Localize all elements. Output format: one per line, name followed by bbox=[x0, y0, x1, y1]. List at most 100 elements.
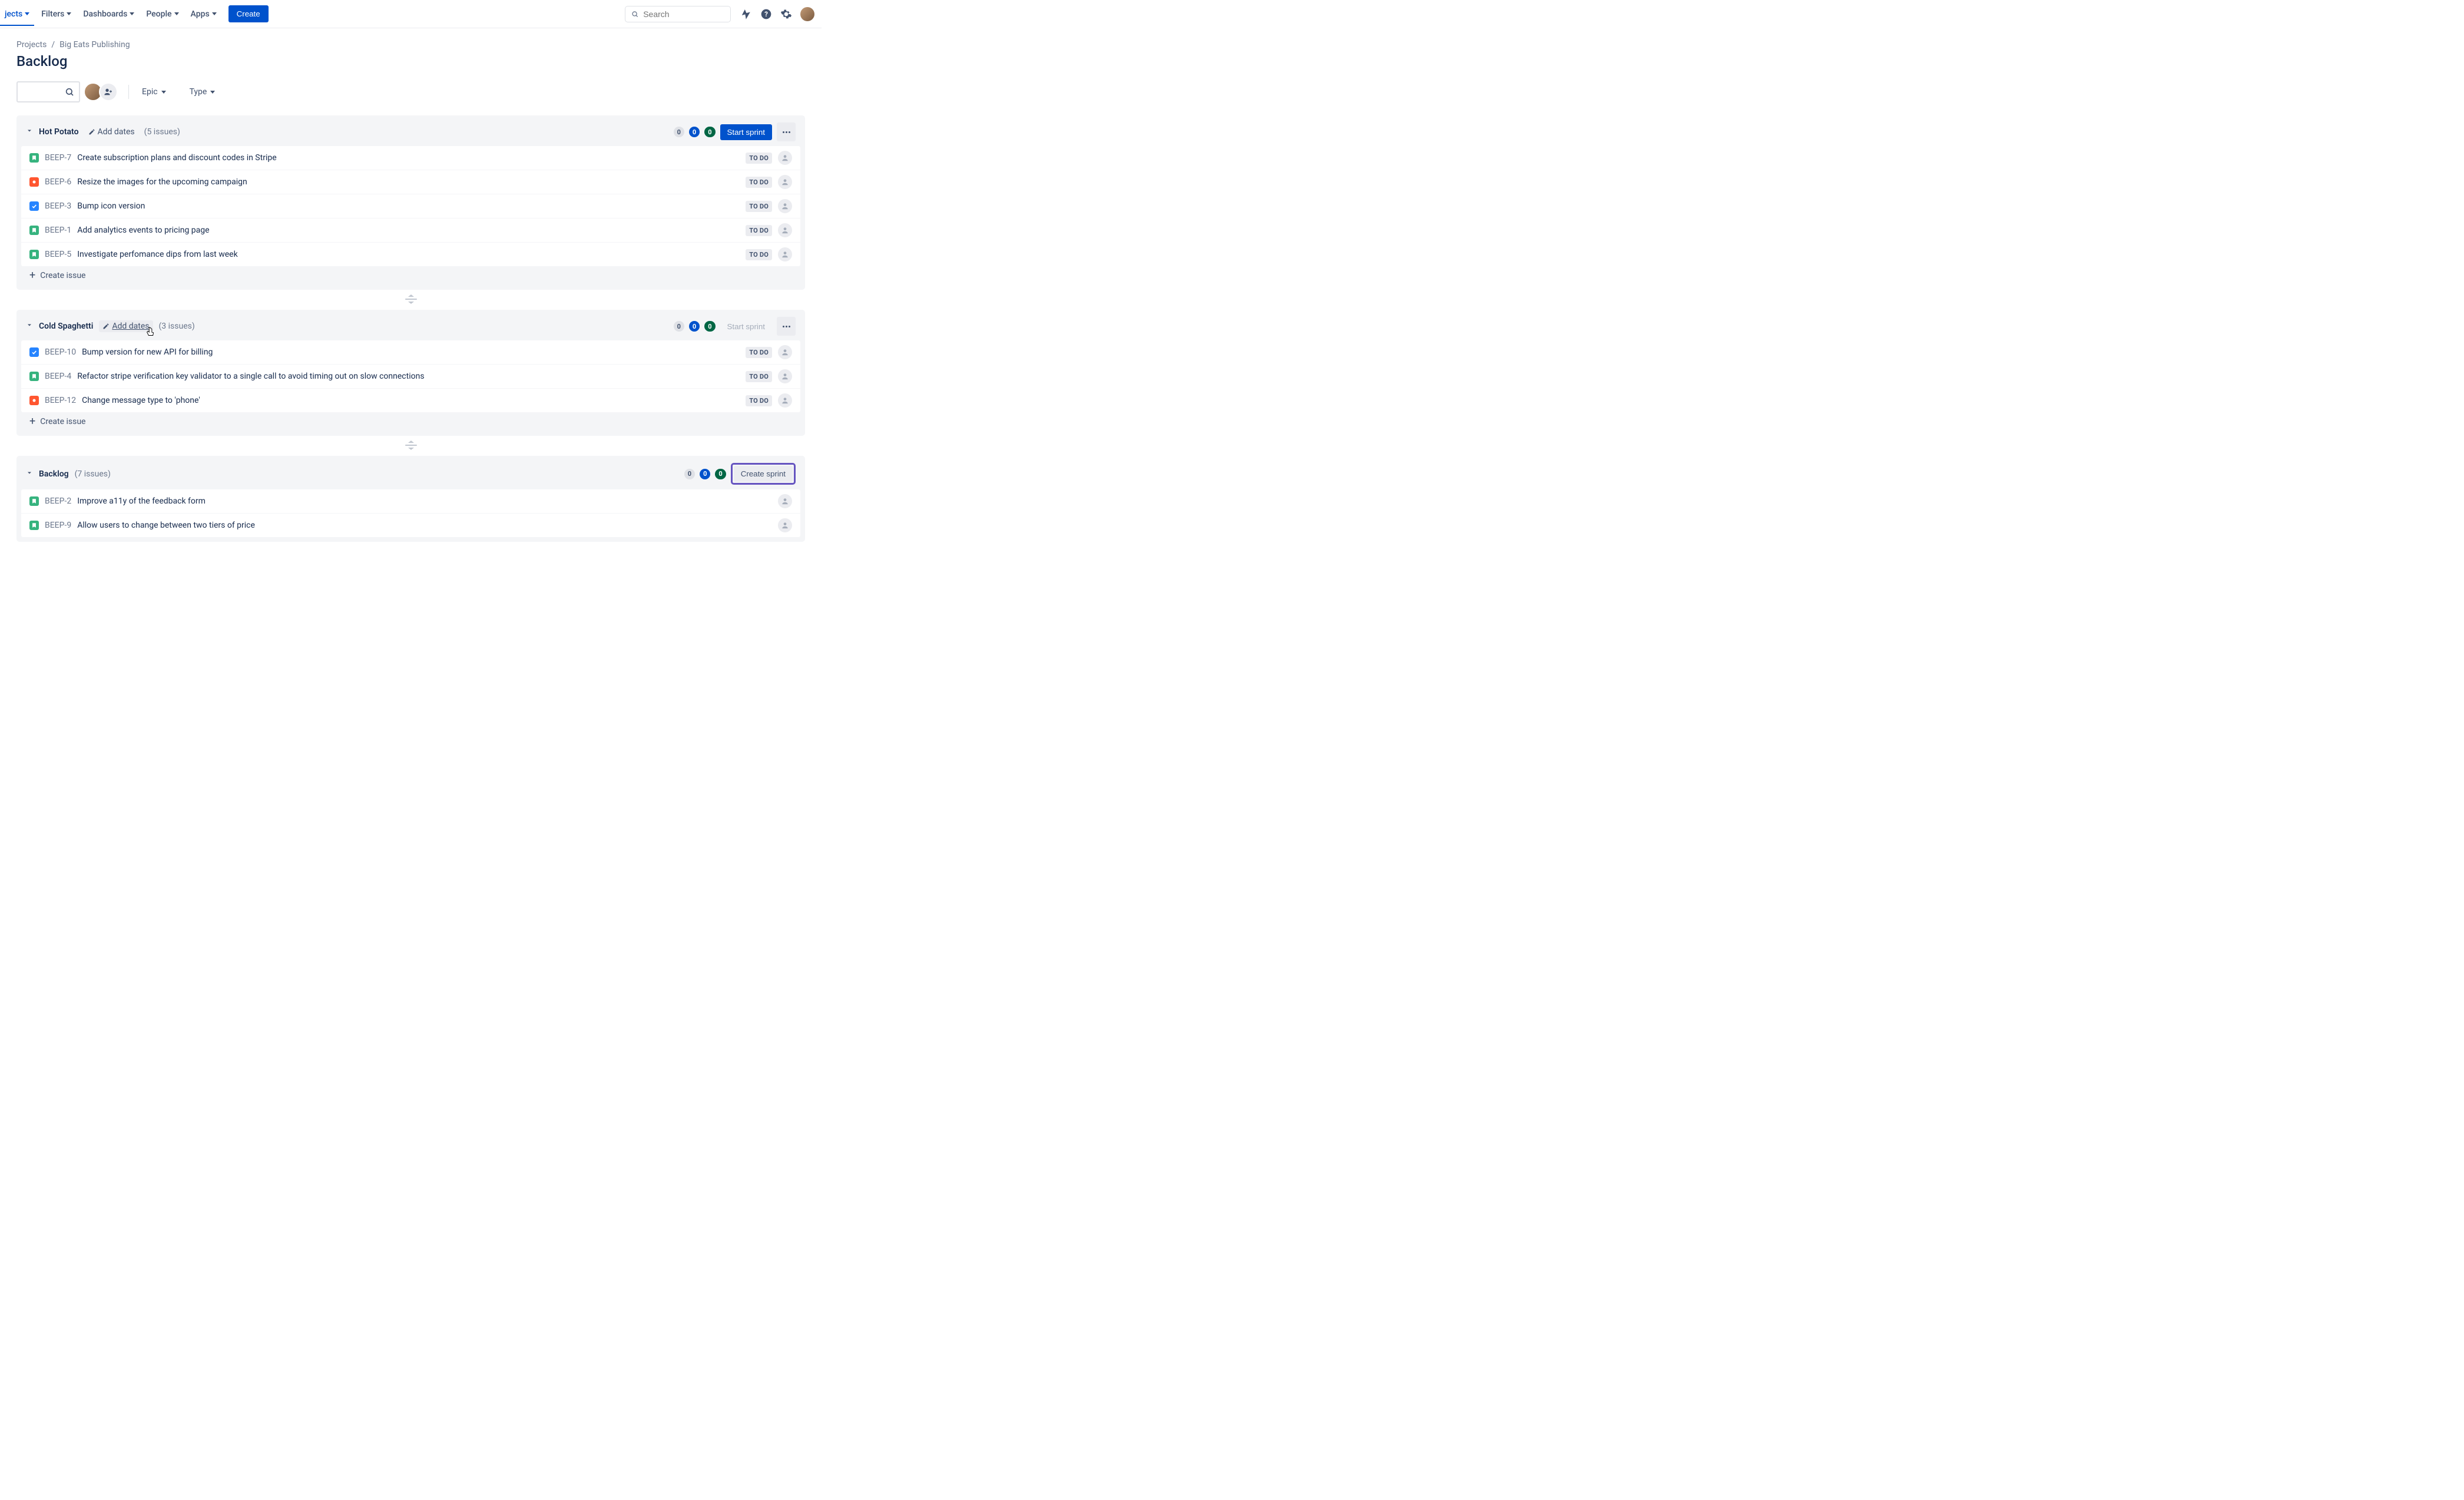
issue-summary[interactable]: Change message type to 'phone' bbox=[82, 396, 200, 405]
issue-row[interactable]: BEEP-5 Investigate perfomance dips from … bbox=[21, 243, 800, 266]
issue-key[interactable]: BEEP-6 bbox=[45, 177, 71, 187]
global-search[interactable] bbox=[625, 6, 731, 22]
issue-summary[interactable]: Create subscription plans and discount c… bbox=[77, 153, 276, 163]
unassigned-avatar[interactable] bbox=[778, 518, 792, 532]
status-lozenge[interactable]: TO DO bbox=[746, 371, 772, 382]
backlog-panel: Backlog (7 issues) 0 0 0 Create sprint B… bbox=[16, 456, 805, 542]
issue-summary[interactable]: Bump icon version bbox=[77, 201, 145, 211]
create-issue-button[interactable]: + Create issue bbox=[21, 266, 800, 285]
story-icon bbox=[29, 372, 39, 381]
backlog-issue-list: BEEP-2 Improve a11y of the feedback form… bbox=[21, 489, 800, 537]
nav-filters[interactable]: Filters bbox=[37, 6, 76, 22]
create-button[interactable]: Create bbox=[228, 5, 269, 22]
sprint-panel: Cold Spaghetti Add dates (3 issues) 0 0 … bbox=[16, 310, 805, 436]
unassigned-avatar[interactable] bbox=[778, 223, 792, 237]
issue-key[interactable]: BEEP-10 bbox=[45, 347, 76, 357]
issue-summary[interactable]: Improve a11y of the feedback form bbox=[77, 496, 206, 506]
backlog-count: (7 issues) bbox=[75, 469, 111, 479]
status-lozenge[interactable]: TO DO bbox=[746, 347, 772, 358]
unassigned-avatar[interactable] bbox=[778, 199, 792, 213]
type-filter[interactable]: Type bbox=[187, 84, 218, 100]
bug-icon bbox=[29, 177, 39, 187]
issue-key[interactable]: BEEP-12 bbox=[45, 396, 76, 405]
resize-handle[interactable] bbox=[16, 294, 805, 304]
add-dates-button[interactable]: Add dates bbox=[85, 126, 138, 138]
status-lozenge[interactable]: TO DO bbox=[746, 249, 772, 260]
issue-summary[interactable]: Resize the images for the upcoming campa… bbox=[77, 177, 247, 187]
unassigned-avatar[interactable] bbox=[778, 393, 792, 408]
epic-filter[interactable]: Epic bbox=[140, 84, 168, 100]
issue-key[interactable]: BEEP-1 bbox=[45, 226, 71, 235]
issue-key[interactable]: BEEP-4 bbox=[45, 372, 71, 381]
issue-summary[interactable]: Bump version for new API for billing bbox=[82, 347, 213, 357]
story-icon bbox=[29, 250, 39, 259]
nav-filters-label: Filters bbox=[41, 9, 64, 19]
issue-row[interactable]: BEEP-7 Create subscription plans and dis… bbox=[21, 146, 800, 170]
issue-row[interactable]: BEEP-6 Resize the images for the upcomin… bbox=[21, 170, 800, 194]
notifications-icon[interactable] bbox=[740, 8, 752, 20]
settings-icon[interactable] bbox=[780, 8, 792, 20]
add-people-button[interactable] bbox=[99, 82, 118, 101]
status-lozenge[interactable]: TO DO bbox=[746, 153, 772, 164]
expand-toggle[interactable] bbox=[26, 127, 33, 137]
top-icons: ? bbox=[740, 7, 814, 21]
start-sprint-button[interactable]: Start sprint bbox=[720, 124, 772, 140]
page-content: Projects / Big Eats Publishing Backlog E… bbox=[0, 28, 822, 554]
issue-summary[interactable]: Investigate perfomance dips from last we… bbox=[77, 250, 237, 259]
task-icon bbox=[29, 347, 39, 357]
issue-row[interactable]: BEEP-10 Bump version for new API for bil… bbox=[21, 340, 800, 365]
issue-key[interactable]: BEEP-7 bbox=[45, 153, 71, 163]
chevron-down-icon bbox=[174, 12, 179, 15]
sprint-name: Hot Potato bbox=[39, 127, 79, 137]
chevron-down-icon bbox=[130, 12, 134, 15]
sprint-more-button[interactable] bbox=[777, 317, 796, 336]
unassigned-avatar[interactable] bbox=[778, 175, 792, 189]
sprint-header: Hot Potato Add dates (5 issues) 0 0 0 St… bbox=[21, 120, 800, 146]
story-icon bbox=[29, 496, 39, 506]
expand-toggle[interactable] bbox=[26, 469, 33, 479]
status-lozenge[interactable]: TO DO bbox=[746, 225, 772, 236]
board-search[interactable] bbox=[16, 81, 80, 102]
expand-toggle[interactable] bbox=[26, 322, 33, 331]
help-icon[interactable]: ? bbox=[760, 8, 772, 20]
issue-summary[interactable]: Allow users to change between two tiers … bbox=[77, 521, 255, 530]
global-search-input[interactable] bbox=[643, 9, 724, 19]
backlog-header: Backlog (7 issues) 0 0 0 Create sprint bbox=[21, 461, 800, 489]
issue-row[interactable]: BEEP-1 Add analytics events to pricing p… bbox=[21, 218, 800, 243]
breadcrumb-projects[interactable]: Projects bbox=[16, 40, 47, 49]
status-lozenge[interactable]: TO DO bbox=[746, 201, 772, 212]
issue-row[interactable]: BEEP-2 Improve a11y of the feedback form bbox=[21, 489, 800, 514]
issue-summary[interactable]: Refactor stripe verification key validat… bbox=[77, 372, 424, 381]
unassigned-avatar[interactable] bbox=[778, 345, 792, 359]
unassigned-avatar[interactable] bbox=[778, 494, 792, 508]
issue-row[interactable]: BEEP-12 Change message type to 'phone' T… bbox=[21, 389, 800, 412]
status-lozenge[interactable]: TO DO bbox=[746, 177, 772, 188]
issue-summary[interactable]: Add analytics events to pricing page bbox=[77, 226, 209, 235]
nav-projects[interactable]: jects bbox=[0, 2, 34, 26]
resize-handle[interactable] bbox=[16, 441, 805, 450]
breadcrumb-project[interactable]: Big Eats Publishing bbox=[59, 40, 130, 49]
issue-key[interactable]: BEEP-5 bbox=[45, 250, 71, 259]
issue-row[interactable]: BEEP-3 Bump icon version TO DO bbox=[21, 194, 800, 218]
unassigned-avatar[interactable] bbox=[778, 369, 792, 383]
issue-row[interactable]: BEEP-4 Refactor stripe verification key … bbox=[21, 365, 800, 389]
nav-apps[interactable]: Apps bbox=[186, 6, 221, 22]
issue-list: BEEP-10 Bump version for new API for bil… bbox=[21, 340, 800, 412]
add-dates-button[interactable]: Add dates bbox=[99, 320, 153, 332]
issue-key[interactable]: BEEP-2 bbox=[45, 496, 71, 506]
create-issue-button[interactable]: + Create issue bbox=[21, 412, 800, 431]
create-sprint-button[interactable]: Create sprint bbox=[734, 466, 793, 482]
unassigned-avatar[interactable] bbox=[778, 151, 792, 165]
add-dates-label: Add dates bbox=[98, 127, 135, 137]
sprint-more-button[interactable] bbox=[777, 122, 796, 141]
issue-key[interactable]: BEEP-9 bbox=[45, 521, 71, 530]
top-nav: jects Filters Dashboards People Apps Cre… bbox=[0, 0, 822, 28]
nav-dashboards[interactable]: Dashboards bbox=[78, 6, 139, 22]
issue-key[interactable]: BEEP-3 bbox=[45, 201, 71, 211]
issue-row[interactable]: BEEP-9 Allow users to change between two… bbox=[21, 514, 800, 537]
story-icon bbox=[29, 521, 39, 530]
status-lozenge[interactable]: TO DO bbox=[746, 395, 772, 406]
nav-people[interactable]: People bbox=[141, 6, 183, 22]
profile-avatar[interactable] bbox=[800, 7, 814, 21]
unassigned-avatar[interactable] bbox=[778, 247, 792, 261]
